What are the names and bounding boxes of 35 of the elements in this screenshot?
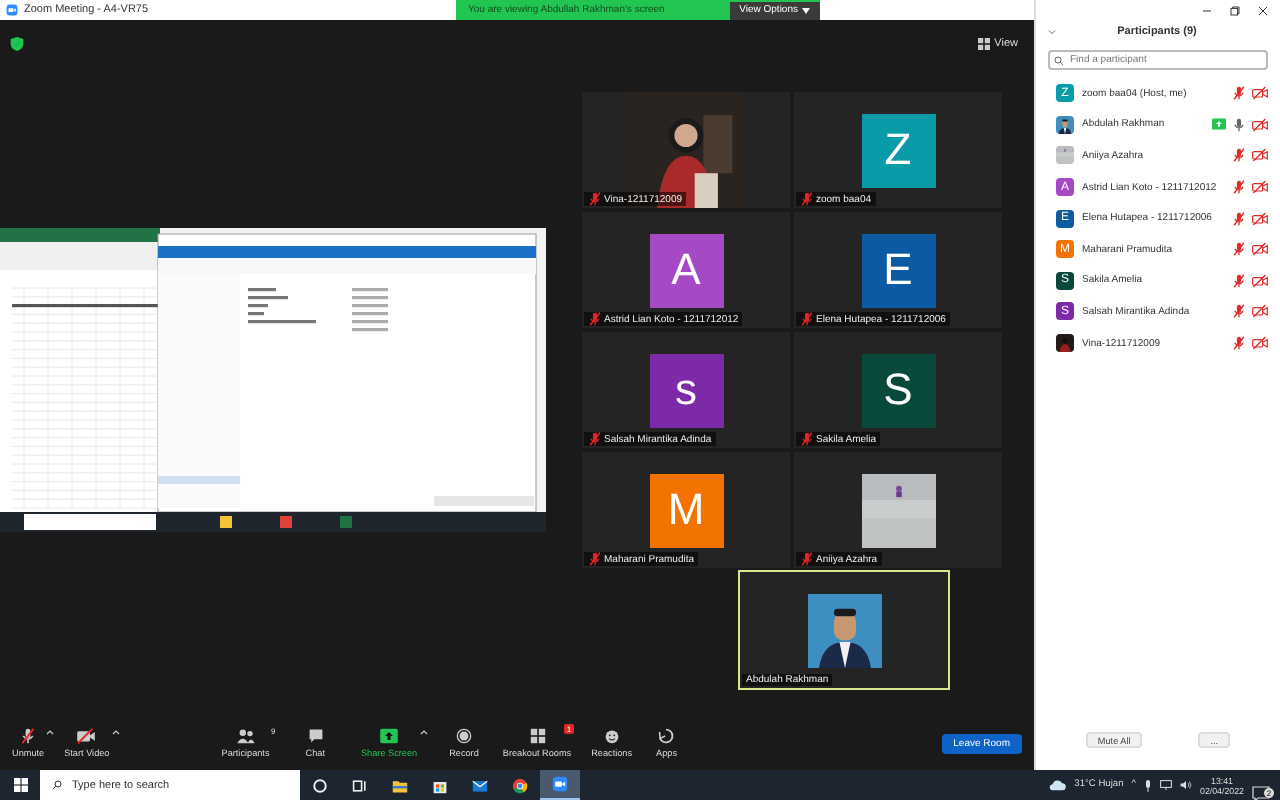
circle-icon[interactable]: [312, 777, 328, 793]
avatar: s: [649, 353, 723, 427]
restore-icon[interactable]: [1230, 6, 1240, 16]
smiley-icon: [603, 728, 620, 744]
close-icon[interactable]: [1258, 6, 1268, 16]
avatar: A: [649, 233, 723, 307]
muted-mic-icon: [20, 728, 37, 744]
folder-icon[interactable]: [392, 777, 408, 793]
mail-icon[interactable]: [472, 777, 488, 793]
avatar: E: [861, 233, 935, 307]
chrome-icon[interactable]: [512, 777, 528, 793]
share-screen-icon: [378, 728, 401, 744]
avatar: Z: [861, 113, 935, 187]
cloud-icon[interactable]: [1048, 778, 1067, 792]
minimize-icon[interactable]: [1202, 6, 1212, 16]
shield-icon[interactable]: [10, 36, 24, 52]
apps-icon: [658, 728, 675, 744]
caret-icon[interactable]: [419, 728, 428, 736]
grid-icon: [529, 728, 545, 744]
windows-icon[interactable]: [13, 778, 27, 792]
people-icon: [235, 728, 256, 744]
caret-icon[interactable]: [111, 728, 120, 736]
chat-icon: [307, 728, 324, 744]
avatar: S: [861, 353, 935, 427]
monitor-icon[interactable]: [1160, 780, 1173, 790]
video-camera-icon[interactable]: [552, 776, 568, 792]
store-icon[interactable]: [432, 777, 448, 793]
camera-off-icon: [76, 728, 97, 744]
search-icon: [1054, 55, 1064, 65]
task-view-icon[interactable]: [352, 777, 368, 793]
speaker-icon[interactable]: [1180, 780, 1193, 790]
caret-icon[interactable]: [46, 728, 55, 736]
caret-icon[interactable]: [802, 7, 810, 13]
avatar: M: [649, 473, 723, 547]
record-icon: [455, 728, 472, 744]
